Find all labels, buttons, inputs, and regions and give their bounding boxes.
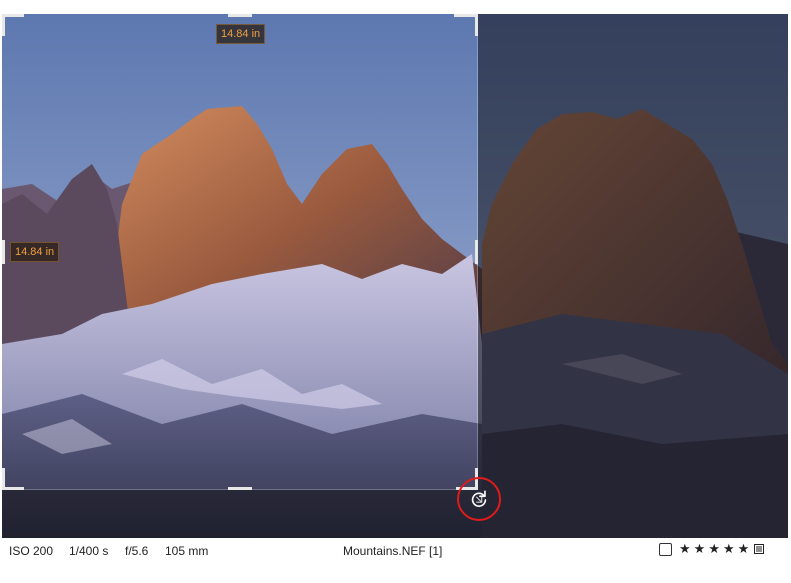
crop-handle-bottom-left[interactable] — [2, 487, 24, 490]
crop-handle-top-center[interactable] — [228, 14, 252, 17]
star-3[interactable]: ★ — [708, 542, 720, 556]
crop-shade-right — [478, 14, 788, 538]
rotate-button[interactable] — [457, 477, 501, 521]
crop-shade-bottom — [2, 490, 478, 538]
aperture-value: f/5.6 — [125, 544, 149, 558]
crop-handle-middle-right[interactable] — [475, 240, 478, 264]
crop-height-label: 14.84 in — [10, 242, 60, 262]
focal-length-value: 105 mm — [165, 544, 209, 558]
crop-handle-top-left-v[interactable] — [2, 14, 5, 36]
crop-handle-top-left[interactable] — [2, 14, 24, 17]
checkbox-icon[interactable] — [659, 542, 672, 556]
crop-handle-bottom-left-v[interactable] — [2, 468, 5, 490]
rating-controls: ★ ★ ★ ★ ★ — [659, 542, 765, 556]
crop-handle-top-right-v[interactable] — [475, 14, 478, 36]
star-2[interactable]: ★ — [694, 542, 706, 556]
filename-label: Mountains.NEF [1] — [343, 544, 443, 558]
rotate-icon — [471, 490, 487, 507]
crop-handle-bottom-center[interactable] — [228, 487, 252, 490]
crop-handle-middle-left[interactable] — [2, 240, 5, 264]
iso-value: ISO 200 — [9, 544, 54, 558]
crop-width-label: 14.84 in — [216, 24, 266, 44]
star-1[interactable]: ★ — [679, 542, 691, 556]
star-5[interactable]: ★ — [738, 542, 750, 556]
status-bar: ISO 200 1/400 s f/5.6 105 mm Mountains.N… — [0, 538, 791, 563]
star-4[interactable]: ★ — [723, 542, 735, 556]
list-icon[interactable] — [754, 544, 765, 554]
shutter-value: 1/400 s — [69, 544, 109, 558]
image-canvas[interactable]: 14.84 in 14.84 in — [2, 14, 788, 538]
